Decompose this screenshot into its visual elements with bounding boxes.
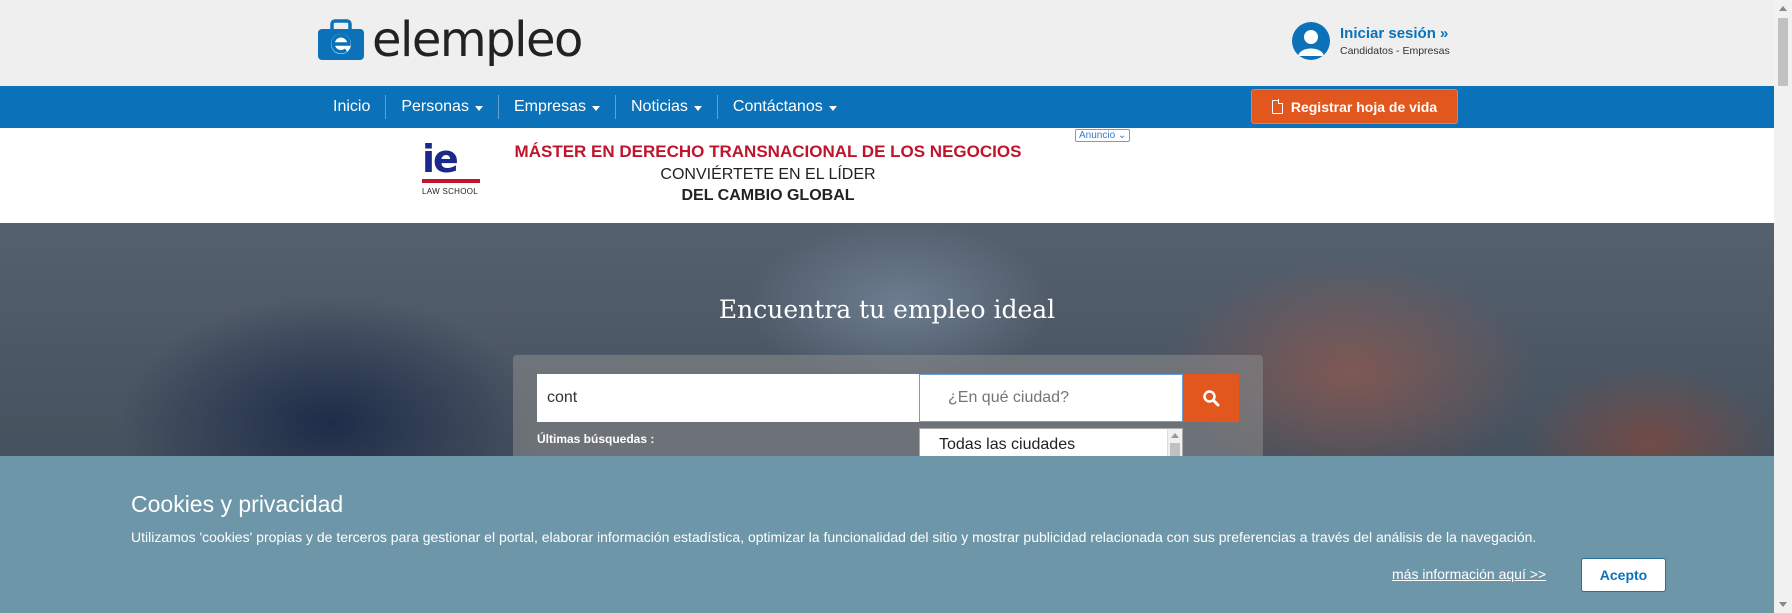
dropdown-scrollbar[interactable] [1167,429,1182,456]
nav-item-label: Noticias [630,98,688,115]
cookie-more-info-link[interactable]: más información aquí >> [1392,566,1546,582]
nav-item-inicio[interactable]: Inicio [318,95,387,119]
chevron-down-icon [828,105,837,111]
hero-search: Encuentra tu empleo ideal Últimas búsque… [0,223,1774,456]
ad-logo: ie LAW SCHOOL [422,137,482,196]
nav-item-label: Contáctanos [732,98,823,115]
document-icon [1271,99,1284,114]
chevron-down-icon [693,105,702,111]
nav-item-empresas[interactable]: Empresas [499,95,616,119]
search-button[interactable] [1183,374,1239,422]
login-area[interactable]: Iniciar sesión » Candidatos - Empresas [1292,22,1450,60]
scroll-up-icon[interactable] [1779,6,1787,11]
scroll-down-icon[interactable] [1779,602,1787,607]
cookie-title: Cookies y privacidad [131,491,344,517]
login-link[interactable]: Iniciar sesión » [1340,25,1450,42]
city-input[interactable] [919,374,1183,422]
cookie-accept-button[interactable]: Acepto [1581,558,1666,592]
last-searches-label: Últimas búsquedas : [537,432,655,446]
city-dropdown[interactable]: Todas las ciudades [919,428,1183,456]
ad-banner[interactable]: ie LAW SCHOOL MÁSTER EN DERECHO TRANSNAC… [408,128,1136,218]
scroll-up-icon[interactable] [1171,433,1179,438]
search-panel: Últimas búsquedas : Todas las ciudades [513,355,1263,456]
nav-item-label: Inicio [333,98,371,115]
logo-icon [318,19,366,61]
scroll-thumb[interactable] [1170,443,1180,456]
ad-line-1: MÁSTER EN DERECHO TRANSNACIONAL DE LOS N… [514,142,1022,161]
nav-item-personas[interactable]: Personas [386,95,499,119]
search-icon [1203,390,1220,407]
nav-item-contactanos[interactable]: Contáctanos [718,95,852,119]
ad-line-3: DEL CAMBIO GLOBAL [681,187,855,204]
nav-item-label: Empresas [513,98,586,115]
keyword-input[interactable] [537,374,919,422]
logo-text: elempleo [372,12,583,68]
ad-brand: ie [422,137,459,181]
ad-copy: MÁSTER EN DERECHO TRANSNACIONAL DE LOS N… [508,142,1028,205]
ad-brand-sub: LAW SCHOOL [422,187,479,196]
chevron-down-icon [591,105,600,111]
login-subtitle: Candidatos - Empresas [1340,45,1450,57]
cookie-text: Utilizamos 'cookies' propias y de tercer… [131,529,1537,545]
scroll-thumb[interactable] [1778,18,1788,86]
hero-title: Encuentra tu empleo ideal [718,295,1056,324]
main-nav: Inicio Personas Empresas Noticias Contác… [0,86,1774,128]
ad-choices-badge[interactable]: Anuncio ⌄ [1075,129,1131,142]
city-option[interactable]: Todas las ciudades [920,429,1182,454]
ad-badge-label: Anuncio [1079,130,1116,141]
chevron-down-icon [474,105,483,111]
chevron-down-small-icon: ⌄ [1117,130,1127,141]
register-cv-button[interactable]: Registrar hoja de vida [1251,89,1458,124]
register-cv-label: Registrar hoja de vida [1290,98,1438,115]
page-scrollbar[interactable] [1774,0,1792,613]
ad-band: ie LAW SCHOOL MÁSTER EN DERECHO TRANSNAC… [0,128,1774,223]
avatar-icon[interactable] [1292,22,1330,60]
nav-item-label: Personas [401,98,469,115]
nav-item-noticias[interactable]: Noticias [616,95,718,119]
logo[interactable]: elempleo [318,12,583,68]
ad-line-2: CONVIÉRTETE EN EL LÍDER [660,166,876,183]
cookie-banner: Cookies y privacidad Utilizamos 'cookies… [0,456,1774,613]
top-header: elempleo Iniciar sesión » Candidatos - E… [0,0,1774,86]
